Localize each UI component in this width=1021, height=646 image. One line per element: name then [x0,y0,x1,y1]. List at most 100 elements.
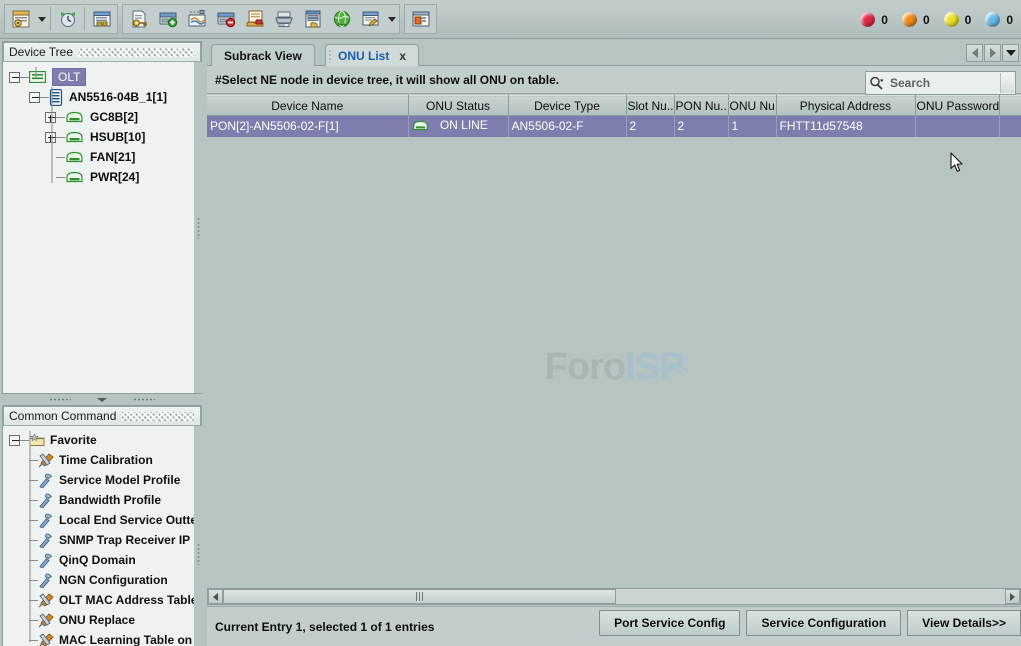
command-item-snmp-trap-receiver-ip[interactable]: SNMP Trap Receiver IP [3,530,201,550]
scrollbar-thumb[interactable] [223,589,616,604]
command-item-olt-mac-address-table[interactable]: OLT MAC Address Table [3,590,201,610]
expand-toggle-icon[interactable] [9,435,20,446]
command-item-local-end-service-outter[interactable]: Local End Service Outter [3,510,201,530]
subrack-config-icon[interactable] [299,6,326,32]
tree-node-label: HSUB[10] [90,130,145,144]
device-tree-panel: Device Tree OLT [2,41,202,394]
column-header-device-name[interactable]: Device Name [207,96,408,116]
tree-line [56,137,65,138]
watermark: ForoISP [207,95,1021,639]
hammer-tool-icon [38,473,54,488]
tree-line [29,500,38,501]
column-header-extra[interactable] [999,96,1021,116]
delete-device-icon[interactable] [212,6,239,32]
tree-node-fan[interactable]: FAN[21] [3,147,201,167]
command-item-bandwidth-profile[interactable]: Bandwidth Profile [3,490,201,510]
critical-alarm[interactable]: 0 [860,12,888,27]
warning-alarm[interactable]: 0 [985,12,1013,27]
command-item-label: Bandwidth Profile [59,493,161,507]
scrollbar-trough[interactable] [616,589,1005,604]
tree-node-label: OLT [52,68,86,86]
tree-node-gc8b[interactable]: GC8B[2] [3,107,201,127]
search-icon[interactable] [866,76,888,90]
horizontal-scrollbar[interactable] [207,588,1021,605]
tree-node-pwr[interactable]: PWR[24] [3,167,201,187]
column-header-onu-password[interactable]: ONU Password [915,96,999,116]
tab-list-dropdown-button[interactable] [1002,44,1019,62]
command-item-onu-replace[interactable]: ONU Replace [3,610,201,630]
table-row[interactable]: PON[2]-AN5506-02-F[1] ON LINE AN5506-02-… [207,116,1021,137]
major-alarm[interactable]: 0 [902,12,930,27]
command-item-time-calibration[interactable]: Time Calibration [3,450,201,470]
tree-line [56,157,65,158]
globe-icon[interactable] [328,6,355,32]
time-sync-icon[interactable] [54,6,81,32]
scroll-left-button[interactable] [208,589,223,604]
tab-subrack-view[interactable]: Subrack View [211,44,315,66]
column-header-onu-status[interactable]: ONU Status [408,96,508,116]
hammer-tool-icon [38,493,54,508]
device-manager-icon[interactable] [7,6,34,32]
common-command-grip[interactable] [122,412,194,421]
command-item-qinq-domain[interactable]: QinQ Domain [3,550,201,570]
expand-toggle-icon[interactable] [45,132,56,143]
tab-onu-list[interactable]: ONU List x [325,44,419,66]
tree-node-olt[interactable]: OLT [3,67,201,87]
critical-alarm-bulb [860,12,875,27]
performance-icon[interactable] [407,6,434,32]
horizontal-splitter[interactable] [2,395,202,404]
expand-toggle-icon[interactable] [29,92,40,103]
tree-node-hsub[interactable]: HSUB[10] [3,127,201,147]
port-service-config-button[interactable]: Port Service Config [599,610,740,636]
authorization-icon[interactable] [125,6,152,32]
service-card-icon[interactable] [241,6,268,32]
search-placeholder: Search [888,76,1000,90]
common-command-header: Common Command [3,406,201,426]
column-header-device-type[interactable]: Device Type [508,96,626,116]
command-item-service-model-profile[interactable]: Service Model Profile [3,470,201,490]
network-topology-icon[interactable] [183,6,210,32]
rack-icon[interactable] [270,6,297,32]
service-configuration-button[interactable]: Service Configuration [746,610,901,636]
view-details-button[interactable]: View Details>> [907,610,1021,636]
report-dropdown-arrow[interactable] [385,6,398,32]
close-icon[interactable]: x [399,49,406,63]
svg-text:ONU: ONU [98,22,106,26]
tree-line [40,97,49,98]
command-item-label: QinQ Domain [59,553,136,567]
search-input[interactable]: Search [865,71,1016,95]
expand-toggle-icon[interactable] [9,72,20,83]
search-end-cap[interactable] [1000,73,1014,93]
minor-alarm-count: 0 [965,13,972,27]
card-icon [65,171,84,183]
column-header-onu-number[interactable]: ONU Nu... [728,96,776,116]
scroll-right-button[interactable] [1005,589,1020,604]
column-header-physical-address[interactable]: Physical Address [776,96,915,116]
device-tree-grip[interactable] [79,48,194,57]
command-panel-vsplitter[interactable] [194,426,202,646]
tree-line [29,520,38,521]
tab-scroll-right-button[interactable] [984,44,1001,62]
report-icon[interactable] [357,6,384,32]
tab-scroll-left-button[interactable] [966,44,983,62]
onu-list-icon[interactable]: ONU [88,6,115,32]
action-button-row: Port Service Config Service Configuratio… [599,610,1021,636]
add-device-icon[interactable] [154,6,181,32]
tree-panel-vsplitter[interactable] [194,62,202,393]
toolbar-group-2 [122,4,400,34]
command-item-ngn-configuration[interactable]: NGN Configuration [3,570,201,590]
column-header-pon-number[interactable]: PON Nu... [674,96,728,116]
command-item-mac-learning-table[interactable]: MAC Learning Table on P [3,630,201,646]
hint-text: #Select NE node in device tree, it will … [215,73,559,87]
command-node-favorite[interactable]: Favorite [3,430,201,450]
collapse-caret-icon[interactable] [97,398,107,402]
device-manager-dropdown-arrow[interactable] [35,6,48,32]
tree-node-ne[interactable]: AN5516-04B_1[1] [3,87,201,107]
card-icon [65,131,84,143]
column-header-slot-number[interactable]: Slot Nu... [626,96,674,116]
tree-node-label: PWR[24] [90,170,139,184]
command-node-label: Favorite [50,433,97,447]
minor-alarm[interactable]: 0 [944,12,972,27]
expand-toggle-icon[interactable] [45,112,56,123]
splitter-dots-left [49,398,71,401]
